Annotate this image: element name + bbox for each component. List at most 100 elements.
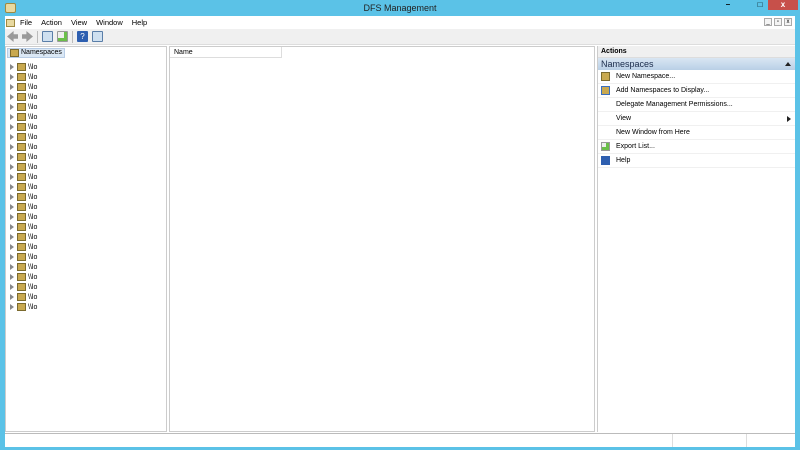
export-icon[interactable]: [57, 31, 68, 42]
action-new-window-from-here[interactable]: New Window from Here: [598, 126, 795, 140]
tree-node-namespace[interactable]: \\lo: [10, 252, 37, 262]
maximize-button[interactable]: □: [752, 0, 768, 10]
tree-node-namespace[interactable]: \\lo: [10, 202, 37, 212]
tree-node-namespace[interactable]: \\lo: [10, 242, 37, 252]
actions-section-namespaces[interactable]: Namespaces: [598, 58, 795, 70]
column-header-name[interactable]: Name: [170, 47, 282, 58]
expand-icon[interactable]: [10, 184, 14, 190]
expand-icon[interactable]: [10, 264, 14, 270]
expand-icon[interactable]: [10, 144, 14, 150]
namespace-icon: [17, 143, 26, 151]
blank-icon: [601, 114, 610, 123]
expand-icon[interactable]: [10, 114, 14, 120]
namespace-icon: [17, 113, 26, 121]
minimize-button[interactable]: –: [720, 0, 736, 10]
expand-icon[interactable]: [10, 224, 14, 230]
show-hide-console-tree-icon[interactable]: [42, 31, 53, 42]
collapse-icon[interactable]: [785, 62, 791, 66]
mdi-close-button[interactable]: x: [784, 18, 792, 26]
tree-node-namespace[interactable]: \\lo: [10, 142, 37, 152]
tree-node-namespace[interactable]: \\lo: [10, 232, 37, 242]
tree-node-namespace[interactable]: \\lo: [10, 292, 37, 302]
action-view[interactable]: View: [598, 112, 795, 126]
tree-node-namespace[interactable]: \\lo: [10, 302, 37, 312]
help-icon[interactable]: ?: [77, 31, 88, 42]
tree-node-namespace[interactable]: \\lo: [10, 92, 37, 102]
expand-icon[interactable]: [10, 194, 14, 200]
action-add-namespaces-to-display[interactable]: Add Namespaces to Display...: [598, 84, 795, 98]
expand-icon[interactable]: [10, 174, 14, 180]
expand-icon[interactable]: [10, 304, 14, 310]
expand-icon[interactable]: [10, 64, 14, 70]
expand-icon[interactable]: [10, 84, 14, 90]
menu-window[interactable]: Window: [96, 18, 123, 27]
namespace-icon: [17, 153, 26, 161]
expand-icon[interactable]: [10, 204, 14, 210]
expand-icon[interactable]: [10, 274, 14, 280]
namespace-icon: [17, 283, 26, 291]
namespace-icon: [17, 213, 26, 221]
tree-node-namespace[interactable]: \\lo: [10, 262, 37, 272]
tree-node-namespace[interactable]: \\lo: [10, 112, 37, 122]
action-delegate-management-permissions[interactable]: Delegate Management Permissions...: [598, 98, 795, 112]
forward-icon[interactable]: [22, 31, 33, 42]
mdi-restore-button[interactable]: ▫: [774, 18, 782, 26]
tree-node-namespace[interactable]: \\lo: [10, 132, 37, 142]
tree-node-namespace[interactable]: \\lo: [10, 182, 37, 192]
expand-icon[interactable]: [10, 294, 14, 300]
toolbar-separator: [37, 30, 38, 43]
expand-icon[interactable]: [10, 124, 14, 130]
expand-icon[interactable]: [10, 284, 14, 290]
tree-node-namespace[interactable]: \\lo: [10, 172, 37, 182]
expand-icon[interactable]: [10, 154, 14, 160]
namespace-icon: [17, 163, 26, 171]
namespace-icon: [17, 183, 26, 191]
tree-node-namespace[interactable]: \\lo: [10, 62, 37, 72]
namespace-icon: [17, 73, 26, 81]
mdi-minimize-button[interactable]: _: [764, 18, 772, 26]
tree-node-namespace[interactable]: \\lo: [10, 72, 37, 82]
expand-icon[interactable]: [10, 74, 14, 80]
action-label: Delegate Management Permissions...: [616, 101, 733, 108]
expand-icon[interactable]: [10, 164, 14, 170]
expand-icon[interactable]: [10, 134, 14, 140]
tree-root-namespaces[interactable]: Namespaces: [7, 48, 65, 58]
toolbar: ?: [5, 29, 795, 45]
back-icon[interactable]: [7, 31, 18, 42]
expand-icon[interactable]: [10, 234, 14, 240]
expand-icon[interactable]: [10, 244, 14, 250]
section-label: Namespaces: [601, 59, 654, 69]
tree-node-namespace[interactable]: \\lo: [10, 222, 37, 232]
namespace-icon: [17, 263, 26, 271]
tree-node-namespace[interactable]: \\lo: [10, 212, 37, 222]
document-icon[interactable]: [6, 18, 15, 27]
expand-icon[interactable]: [10, 214, 14, 220]
expand-icon[interactable]: [10, 254, 14, 260]
menu-view[interactable]: View: [71, 18, 87, 27]
action-new-namespace[interactable]: New Namespace...: [598, 70, 795, 84]
node-label: \\lo: [28, 193, 38, 201]
menu-help[interactable]: Help: [132, 18, 147, 27]
namespace-icon: [17, 273, 26, 281]
menu-file[interactable]: File: [20, 18, 32, 27]
tree-node-namespace[interactable]: \\lo: [10, 152, 37, 162]
close-button[interactable]: x: [768, 0, 798, 10]
actions-header: Actions: [598, 46, 795, 58]
namespace-icon: [17, 63, 26, 71]
action-label: Help: [616, 157, 631, 164]
tree-node-namespace[interactable]: \\lo: [10, 102, 37, 112]
show-hide-action-pane-icon[interactable]: [92, 31, 103, 42]
action-export-list[interactable]: Export List...: [598, 140, 795, 154]
expand-icon[interactable]: [10, 94, 14, 100]
namespace-icon: [17, 173, 26, 181]
menu-action[interactable]: Action: [41, 18, 62, 27]
tree-node-namespace[interactable]: \\lo: [10, 122, 37, 132]
tree-node-namespace[interactable]: \\lo: [10, 282, 37, 292]
action-label: New Window from Here: [616, 129, 690, 136]
tree-node-namespace[interactable]: \\lo: [10, 82, 37, 92]
action-help[interactable]: Help: [598, 154, 795, 168]
expand-icon[interactable]: [10, 104, 14, 110]
tree-node-namespace[interactable]: \\lo: [10, 272, 37, 282]
tree-node-namespace[interactable]: \\lo: [10, 162, 37, 172]
tree-node-namespace[interactable]: \\lo: [10, 192, 37, 202]
